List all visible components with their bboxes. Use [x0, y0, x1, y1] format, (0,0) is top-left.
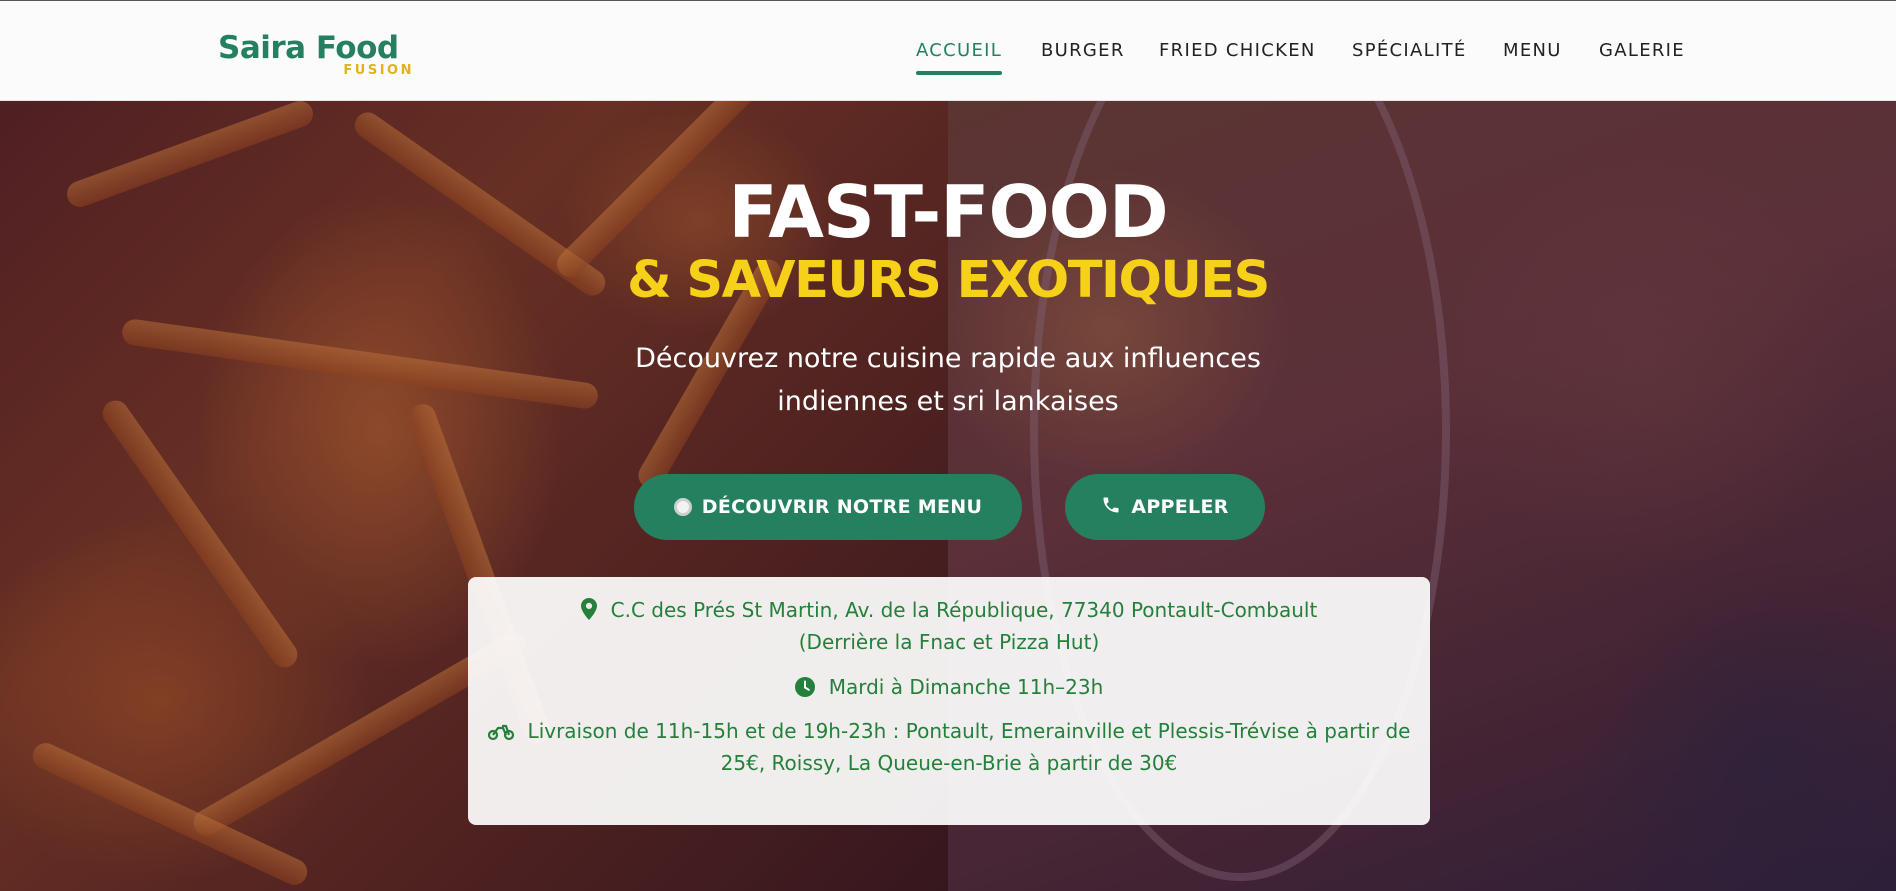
phone-icon: [1101, 495, 1121, 520]
delivery-text-2: 25€, Roissy, La Queue-en-Brie à partir d…: [720, 751, 1178, 775]
site-header: Saira Food FUSION ACCUEIL BURGER FRIED C…: [0, 0, 1896, 101]
hero-description-line: indiennes et sri lankaises: [777, 386, 1119, 417]
nav-item-menu[interactable]: MENU: [1503, 36, 1562, 76]
map-pin-icon: [580, 597, 597, 629]
nav-item-specialite[interactable]: SPÉCIALITÉ: [1352, 36, 1467, 76]
nav-active-indicator: [916, 71, 1003, 75]
nav-item-accueil[interactable]: ACCUEIL: [916, 36, 1003, 76]
nav-item-label: MENU: [1503, 40, 1562, 61]
nav-item-galerie[interactable]: GALERIE: [1599, 36, 1685, 76]
hero-description-line: Découvrez notre cuisine rapide aux influ…: [635, 343, 1261, 374]
hero-title: FAST-FOOD: [728, 170, 1168, 254]
delivery-line: Livraison de 11h-15h et de 19h-23h : Pon…: [468, 715, 1430, 750]
nav-item-label: FRIED CHICKEN: [1159, 40, 1316, 61]
hero-subtitle: & SAVEURS EXOTIQUES: [627, 251, 1270, 310]
nav-item-label: ACCUEIL: [916, 40, 1003, 61]
hero-description: Découvrez notre cuisine rapide aux influ…: [598, 337, 1298, 423]
call-label: APPELER: [1131, 496, 1229, 518]
nav-item-label: BURGER: [1041, 40, 1125, 61]
address-note-line: (Derrière la Fnac et Pizza Hut): [468, 626, 1430, 658]
call-button[interactable]: APPELER: [1065, 474, 1265, 540]
nav-item-fried-chicken[interactable]: FRIED CHICKEN: [1159, 36, 1316, 76]
clock-icon: [794, 674, 815, 706]
discover-menu-label: DÉCOUVRIR NOTRE MENU: [701, 496, 983, 518]
main-nav: ACCUEIL BURGER FRIED CHICKEN SPÉCIALITÉ …: [0, 36, 1896, 76]
info-card: C.C des Prés St Martin, Av. de la Républ…: [468, 577, 1430, 825]
delivery-text: Livraison de 11h-15h et de 19h-23h : Pon…: [527, 719, 1411, 743]
nav-item-label: GALERIE: [1599, 40, 1685, 61]
address-text: C.C des Prés St Martin, Av. de la Républ…: [610, 598, 1318, 622]
delivery-line-2: 25€, Roissy, La Queue-en-Brie à partir d…: [468, 747, 1430, 779]
plate-icon: [673, 498, 692, 516]
nav-item-burger[interactable]: BURGER: [1041, 36, 1125, 76]
nav-item-label: SPÉCIALITÉ: [1352, 40, 1467, 61]
hours-text: Mardi à Dimanche 11h–23h: [828, 675, 1104, 699]
window-top-border: [0, 0, 1896, 1]
address-line: C.C des Prés St Martin, Av. de la Républ…: [468, 594, 1430, 629]
hero-section: FAST-FOOD & SAVEURS EXOTIQUES Découvrez …: [0, 101, 1896, 891]
hours-line: Mardi à Dimanche 11h–23h: [468, 671, 1430, 706]
discover-menu-button[interactable]: DÉCOUVRIR NOTRE MENU: [634, 474, 1022, 540]
motorcycle-icon: [487, 718, 514, 750]
address-note-text: (Derrière la Fnac et Pizza Hut): [798, 630, 1100, 654]
